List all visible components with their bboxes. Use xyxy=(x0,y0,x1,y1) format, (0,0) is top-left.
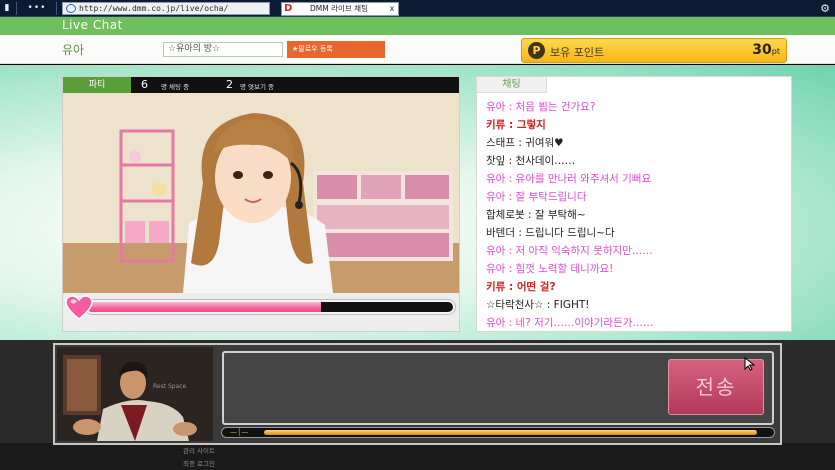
chat-log: 유아 : 처음 뵙는 건가요? 키류 : 그렇지스태프 : 귀여워♥ 찻잎 : 천사… xyxy=(486,98,786,332)
affection-gauge xyxy=(85,300,455,314)
chat-message: 유아 : 잘 부탁드립니다 xyxy=(486,191,587,203)
chat-message: 유아 : 유아를 만나러 와주셔서 기뻐요 xyxy=(486,173,652,185)
points-value: 30pt xyxy=(752,42,780,58)
points-label: 보유 포인트 xyxy=(550,46,605,59)
points-number: 30 xyxy=(752,42,772,58)
chatting-count: 6 xyxy=(141,78,148,91)
room-name: ☆유아의 방☆ xyxy=(163,42,283,57)
host-name: 유아 xyxy=(62,43,85,57)
chat-message: 바텐더 : 드립니다 드립니~다 xyxy=(486,227,615,239)
points-coin-icon: P xyxy=(528,42,545,59)
player-portrait: Rest Space xyxy=(57,347,213,441)
last-login-label: 최종 로그인 xyxy=(183,460,215,468)
chat-message: 키류 : 그렇지 xyxy=(486,119,546,131)
toolbar-divider xyxy=(16,2,17,15)
chatting-label: 명 채팅 중 xyxy=(161,83,190,91)
settings-gear-icon[interactable]: ⚙ xyxy=(816,0,834,17)
live-chat-header: Live Chat xyxy=(0,17,835,35)
time-remaining-fill xyxy=(264,430,757,435)
chat-message: 유아 : 저 아직 익숙하지 못하지만…… xyxy=(486,245,653,257)
mouse-cursor-icon xyxy=(744,357,756,371)
watching-count: 2 xyxy=(226,78,233,91)
video-scene xyxy=(63,93,459,293)
chat-message: 유아 : 네? 저기……이야기라든가…… xyxy=(486,317,654,329)
globe-icon xyxy=(66,4,76,13)
tab-chat[interactable]: 채팅 xyxy=(477,77,547,93)
chat-message: 스태프 : 귀여워♥ xyxy=(486,137,564,149)
time-remaining-bar: —│— xyxy=(221,427,775,438)
chat-message: ☆타락천사☆ : FIGHT! xyxy=(486,299,590,311)
room-info-bar: 유아 ☆유아의 방☆ ★팔로우 등록 P 보유 포인트 30pt xyxy=(0,35,835,64)
message-input[interactable]: 전송 xyxy=(222,351,774,425)
portrait-sign: Rest Space xyxy=(153,383,187,390)
watching-label: 명 엿보기 중 xyxy=(240,83,275,91)
affection-gauge-area xyxy=(63,293,459,331)
tab-title: DMM 라이브 채팅 xyxy=(310,4,368,13)
heart-icon xyxy=(65,295,93,320)
chat-message: 유아 : 처음 뵙는 건가요? xyxy=(486,101,596,113)
chat-message: 찻잎 : 천사데이…… xyxy=(486,155,576,167)
background-page: 관리 사이트 최종 로그인 xyxy=(0,443,835,470)
address-bar[interactable]: http://www.dmm.co.jp/live/ocha/ xyxy=(62,2,270,15)
menu-dots-icon[interactable]: ••• xyxy=(22,0,52,17)
affection-gauge-fill xyxy=(87,302,322,312)
chat-panel: 채팅 유아 : 처음 뵙는 건가요? 키류 : 그렇지스태프 : 귀여워♥ 찻잎 :… xyxy=(476,76,792,332)
chat-message: 합체로봇 : 잘 부탁해~ xyxy=(486,209,586,221)
chat-message: 유아 : 힘껏 노력할 테니까요! xyxy=(486,263,614,275)
timer-start-marker: —│— xyxy=(230,428,249,436)
page-title: Live Chat xyxy=(62,18,123,32)
points-unit: pt xyxy=(771,47,780,56)
dresser xyxy=(313,171,453,261)
party-tab[interactable]: 파티 xyxy=(63,77,131,93)
video-feed xyxy=(63,93,459,293)
follow-button[interactable]: ★팔로우 등록 xyxy=(287,41,385,58)
points-display: P 보유 포인트 30pt xyxy=(521,38,787,63)
viewer-stats-bar: 파티 6 명 채팅 중 2 명 엿보기 중 xyxy=(63,77,459,93)
chat-message: 키류 : 어떤 걸? xyxy=(486,281,556,293)
toolbar-divider xyxy=(56,2,57,15)
chat-input-dialog: Rest Space 전송 —│— xyxy=(53,343,782,445)
address-url: http://www.dmm.co.jp/live/ocha/ xyxy=(79,4,229,13)
browser-tab[interactable]: D DMM 라이브 채팅 x xyxy=(281,2,399,16)
video-panel: 파티 6 명 채팅 중 2 명 엿보기 중 xyxy=(62,76,460,332)
tab-close-icon[interactable]: x xyxy=(387,3,397,15)
dmm-favicon-icon: D xyxy=(284,3,293,14)
sidebar-toggle-icon[interactable]: ▮ xyxy=(0,0,14,17)
portrait-scene: Rest Space xyxy=(57,347,213,441)
admin-site-link: 관리 사이트 xyxy=(183,447,215,455)
browser-toolbar: ▮ ••• http://www.dmm.co.jp/live/ocha/ D … xyxy=(0,0,835,17)
